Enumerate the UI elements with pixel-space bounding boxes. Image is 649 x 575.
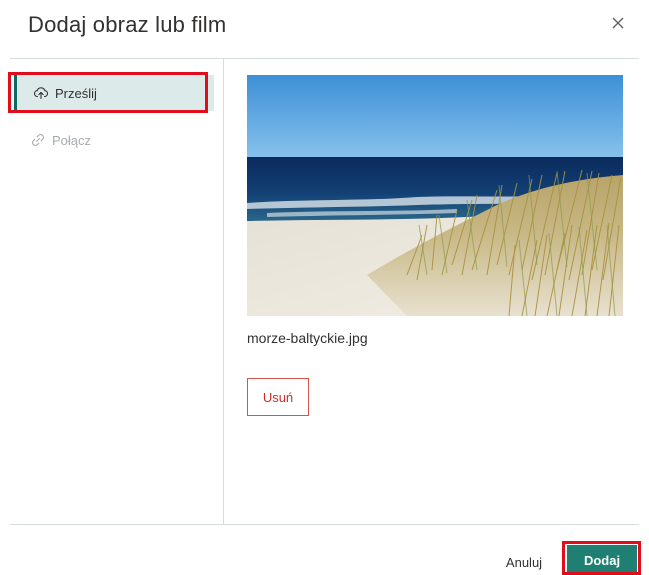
nav-item-label: Połącz — [52, 132, 92, 148]
remove-button[interactable]: Usuń — [247, 378, 309, 416]
dialog-title: Dodaj obraz lub film — [28, 12, 227, 37]
close-icon — [612, 17, 624, 29]
footer-divider — [10, 524, 639, 525]
nav-item-connect[interactable]: Połącz — [14, 122, 214, 158]
file-name: morze-baltyckie.jpg — [247, 330, 368, 346]
add-media-dialog: Dodaj obraz lub film Prześlij Połącz mor… — [0, 0, 649, 575]
cancel-button[interactable]: Anuluj — [494, 550, 554, 575]
upload-icon — [33, 85, 49, 101]
nav-item-upload[interactable]: Prześlij — [14, 75, 214, 111]
nav-item-label: Prześlij — [55, 85, 97, 101]
link-icon — [30, 132, 46, 148]
image-preview — [247, 75, 623, 316]
close-button[interactable] — [607, 12, 629, 34]
add-button[interactable]: Dodaj — [567, 545, 637, 575]
source-nav: Prześlij Połącz — [10, 59, 224, 524]
